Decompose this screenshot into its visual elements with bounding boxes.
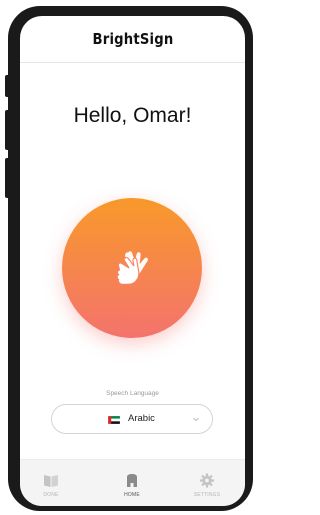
hands-icon <box>116 251 148 285</box>
tab-home[interactable]: HOME <box>102 460 162 506</box>
uae-flag-icon <box>108 416 120 424</box>
selected-language: Arabic <box>128 413 155 424</box>
tab-bar: DONE HOME SETTINGS <box>20 459 245 506</box>
greeting-text: Hello, Omar! <box>73 104 192 127</box>
gear-icon <box>199 473 215 488</box>
app-header: BrightSign <box>20 16 245 63</box>
tab-done-label: DONE <box>43 492 59 498</box>
tab-done[interactable]: DONE <box>21 460 81 506</box>
home-icon <box>127 474 137 487</box>
app-title: BrightSign <box>92 30 173 48</box>
tab-settings-label: SETTINGS <box>193 492 221 498</box>
tab-settings[interactable]: SETTINGS <box>177 460 237 506</box>
book-icon <box>44 475 58 487</box>
speech-language-label: Speech Language <box>106 390 159 397</box>
chevron-down-icon <box>193 417 199 422</box>
speech-language-select[interactable]: Arabic <box>51 404 213 434</box>
sign-translate-button[interactable] <box>62 198 202 338</box>
app-screen: BrightSign Hello, Omar! Speech Language … <box>20 16 245 506</box>
tab-home-label: HOME <box>124 492 140 498</box>
